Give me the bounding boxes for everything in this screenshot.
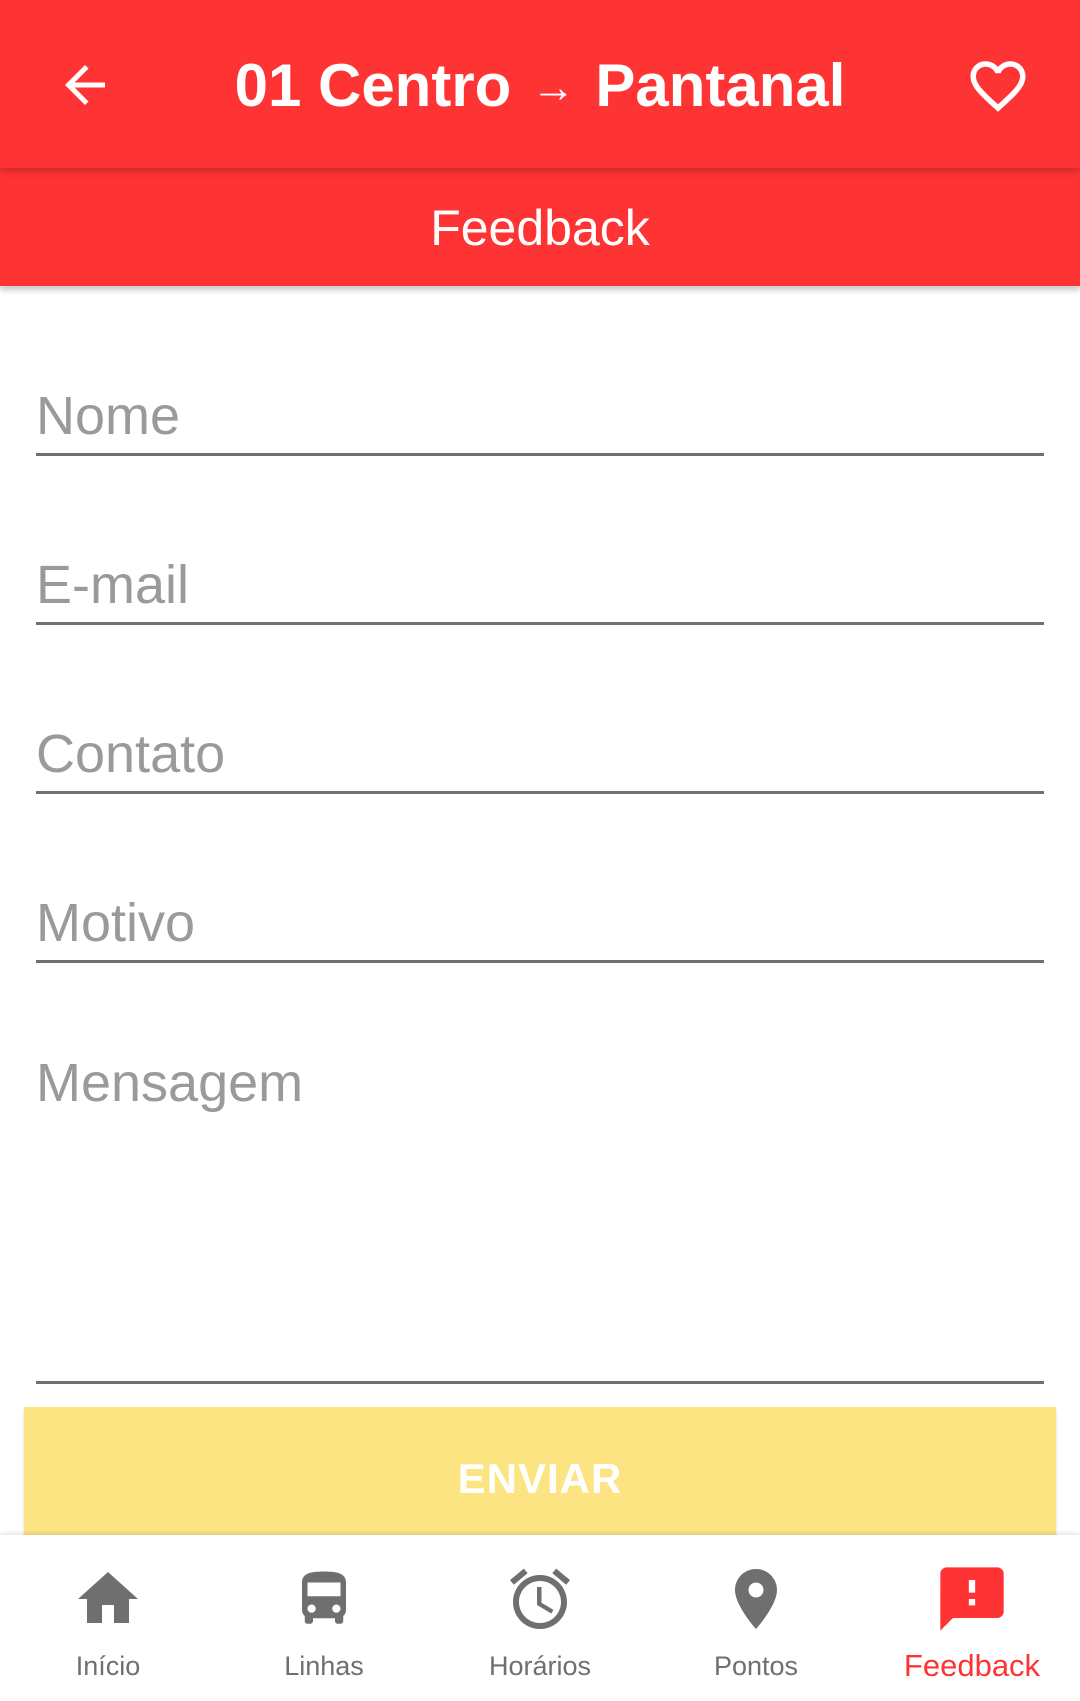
home-icon xyxy=(68,1559,148,1639)
name-input[interactable] xyxy=(36,360,1044,453)
alarm-clock-icon xyxy=(500,1559,580,1639)
submit-button-label: ENVIAR xyxy=(457,1454,623,1502)
nav-label: Início xyxy=(75,1651,141,1681)
route-title: 01 Centro → Pantanal xyxy=(0,44,1080,130)
feedback-icon xyxy=(932,1559,1012,1639)
reason-input[interactable] xyxy=(36,867,1044,960)
section-header: Feedback xyxy=(0,168,1080,286)
bus-icon xyxy=(284,1559,364,1639)
nav-label: Linhas xyxy=(284,1651,364,1681)
nav-label: Horários xyxy=(488,1651,592,1681)
contact-field xyxy=(36,698,1044,794)
nav-item-feedback[interactable]: Feedback xyxy=(864,1535,1080,1701)
section-title: Feedback xyxy=(430,200,650,256)
name-field xyxy=(36,360,1044,456)
message-field xyxy=(36,1036,1044,1384)
nav-item-horarios[interactable]: Horários xyxy=(432,1535,648,1701)
contact-input[interactable] xyxy=(36,698,1044,791)
reason-field xyxy=(36,867,1044,963)
favorite-button[interactable] xyxy=(958,46,1038,126)
bottom-navigation: Início Linhas Horários Pontos Feedback xyxy=(0,1535,1080,1701)
nav-item-linhas[interactable]: Linhas xyxy=(216,1535,432,1701)
route-destination: Pantanal xyxy=(595,52,846,119)
route-arrow: → xyxy=(531,63,576,112)
nav-item-pontos[interactable]: Pontos xyxy=(648,1535,864,1701)
email-input[interactable] xyxy=(36,529,1044,622)
map-pin-icon xyxy=(716,1559,796,1639)
nav-item-inicio[interactable]: Início xyxy=(0,1535,216,1701)
submit-button[interactable]: ENVIAR xyxy=(24,1407,1056,1555)
nav-label: Pontos xyxy=(713,1651,799,1681)
nav-label: Feedback xyxy=(903,1648,1041,1683)
email-field xyxy=(36,529,1044,625)
message-input[interactable] xyxy=(36,1036,1044,1381)
app-bar: 01 Centro → Pantanal xyxy=(0,0,1080,168)
heart-outline-icon xyxy=(970,61,1026,112)
route-origin: 01 Centro xyxy=(234,52,512,119)
